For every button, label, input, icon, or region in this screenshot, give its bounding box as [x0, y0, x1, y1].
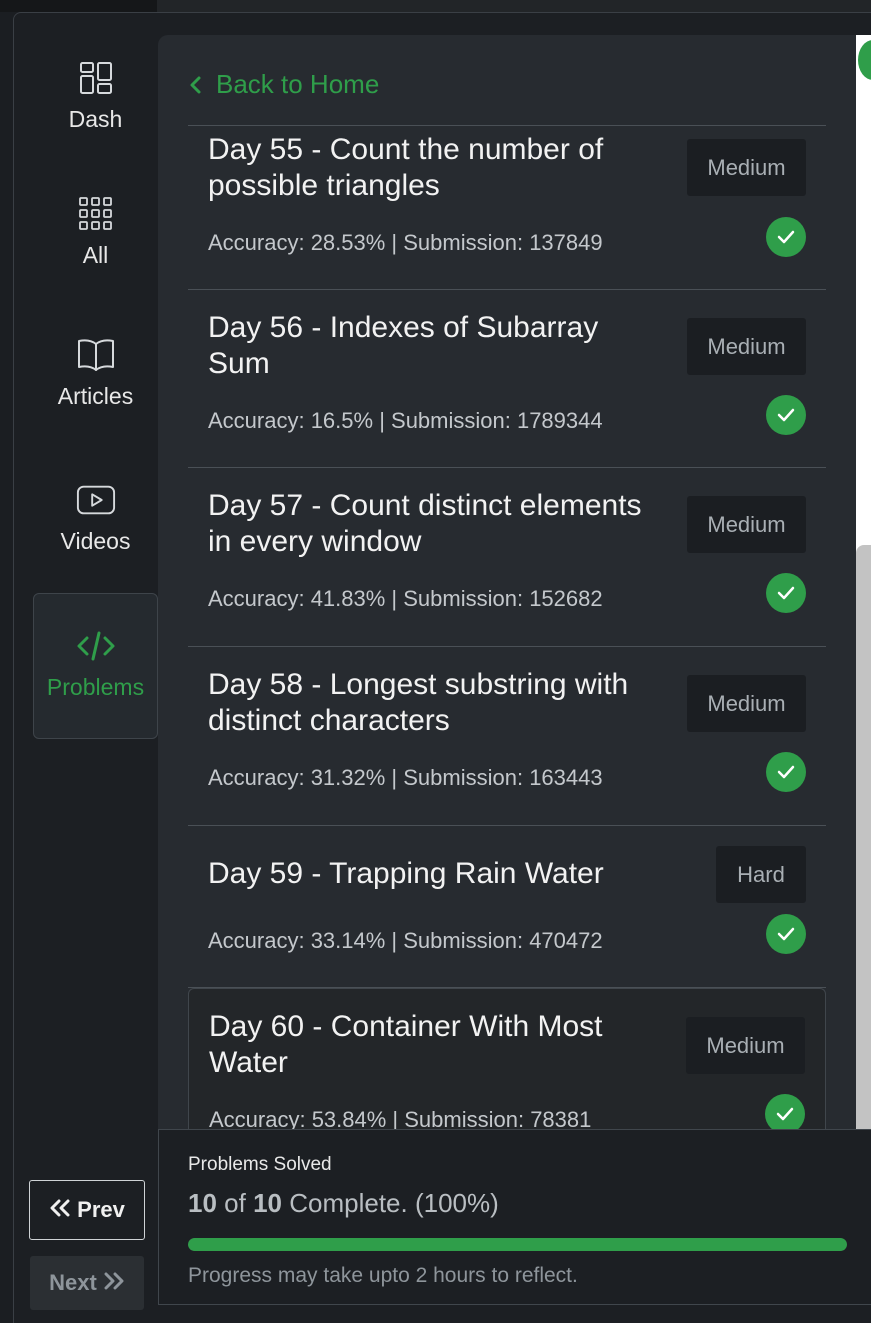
next-button-label: Next	[49, 1270, 97, 1295]
problems-panel: Back to Home Day 55 - Count the number o…	[158, 35, 856, 1135]
problem-title[interactable]: Day 59 - Trapping Rain Water	[208, 856, 668, 892]
problem-title[interactable]: Day 57 - Count distinct elements in ever…	[208, 488, 668, 560]
difficulty-badge: Medium	[687, 318, 806, 375]
sidebar-item-label: All	[82, 242, 109, 268]
next-button[interactable]: Next	[30, 1256, 144, 1310]
sidebar-item-problems[interactable]: Problems	[33, 593, 158, 739]
grid-icon	[76, 194, 116, 234]
problem-item[interactable]: Day 55 - Count the number of possible tr…	[188, 126, 826, 290]
prev-button[interactable]: Prev	[29, 1180, 145, 1240]
problem-title[interactable]: Day 55 - Count the number of possible tr…	[208, 132, 668, 204]
back-to-home-link[interactable]: Back to Home	[188, 69, 379, 100]
dashboard-icon	[76, 58, 116, 98]
solved-check-icon	[766, 395, 806, 435]
sidebar-item-label: Dash	[68, 106, 123, 132]
solved-count: 10	[188, 1188, 217, 1218]
sidebar-item-dash[interactable]: Dash	[34, 58, 157, 203]
solved-check-icon	[765, 1094, 805, 1134]
problem-stats: Accuracy: 41.83% | Submission: 152682	[208, 586, 603, 611]
complete-text: Complete. (100%)	[289, 1188, 499, 1218]
book-icon	[76, 335, 116, 375]
top-strip-left	[0, 0, 157, 12]
total-count: 10	[253, 1188, 282, 1218]
problem-stats: Accuracy: 31.32% | Submission: 163443	[208, 765, 603, 790]
progress-note: Progress may take upto 2 hours to reflec…	[188, 1264, 578, 1287]
problem-item[interactable]: Day 56 - Indexes of Subarray Sum Medium …	[188, 290, 826, 468]
back-link-label: Back to Home	[216, 69, 380, 99]
difficulty-badge: Medium	[687, 139, 806, 196]
of-word: of	[224, 1188, 246, 1218]
solved-check-icon	[766, 573, 806, 613]
problem-stats: Accuracy: 28.53% | Submission: 137849	[208, 230, 603, 255]
progress-card: Problems Solved 10 of 10 Complete. (100%…	[158, 1129, 871, 1305]
sidebar-item-label: Problems	[46, 674, 145, 700]
progress-title: Problems Solved	[188, 1154, 332, 1175]
video-icon	[76, 480, 116, 520]
problem-stats: Accuracy: 33.14% | Submission: 470472	[208, 928, 603, 953]
problem-title[interactable]: Day 58 - Longest substring with distinct…	[208, 667, 668, 739]
problem-title[interactable]: Day 56 - Indexes of Subarray Sum	[208, 310, 668, 382]
sidebar-item-articles[interactable]: Articles	[34, 335, 157, 480]
progress-bar-fill	[188, 1238, 847, 1251]
difficulty-badge: Hard	[716, 846, 806, 903]
difficulty-badge: Medium	[687, 496, 806, 553]
difficulty-badge: Medium	[687, 675, 806, 732]
double-chevron-left-icon	[49, 1197, 71, 1223]
sidebar-item-label: Videos	[60, 528, 131, 554]
problem-stats: Accuracy: 16.5% | Submission: 1789344	[208, 408, 603, 433]
scrollbar-thumb[interactable]	[856, 545, 871, 1135]
progress-bar	[188, 1238, 847, 1251]
chevron-left-icon	[188, 75, 202, 101]
double-chevron-right-icon	[103, 1270, 125, 1296]
difficulty-badge: Medium	[686, 1017, 805, 1074]
solved-check-icon	[766, 914, 806, 954]
progress-summary: 10 of 10 Complete. (100%)	[188, 1188, 499, 1219]
sidebar-item-all[interactable]: All	[34, 194, 157, 339]
sidebar: Dash All Articles Videos Problems	[14, 36, 158, 1323]
prev-button-label: Prev	[77, 1197, 125, 1222]
top-strip-right	[157, 0, 871, 12]
solved-check-icon	[766, 752, 806, 792]
solved-check-icon	[766, 217, 806, 257]
problem-item[interactable]: Day 59 - Trapping Rain Water Hard Accura…	[188, 826, 826, 988]
problem-item[interactable]: Day 57 - Count distinct elements in ever…	[188, 468, 826, 647]
problem-item[interactable]: Day 58 - Longest substring with distinct…	[188, 647, 826, 826]
problem-title[interactable]: Day 60 - Container With Most Water	[209, 1009, 669, 1081]
sidebar-item-label: Articles	[57, 383, 134, 409]
problem-item[interactable]: Day 60 - Container With Most Water Mediu…	[188, 988, 826, 1135]
code-icon	[76, 626, 116, 666]
